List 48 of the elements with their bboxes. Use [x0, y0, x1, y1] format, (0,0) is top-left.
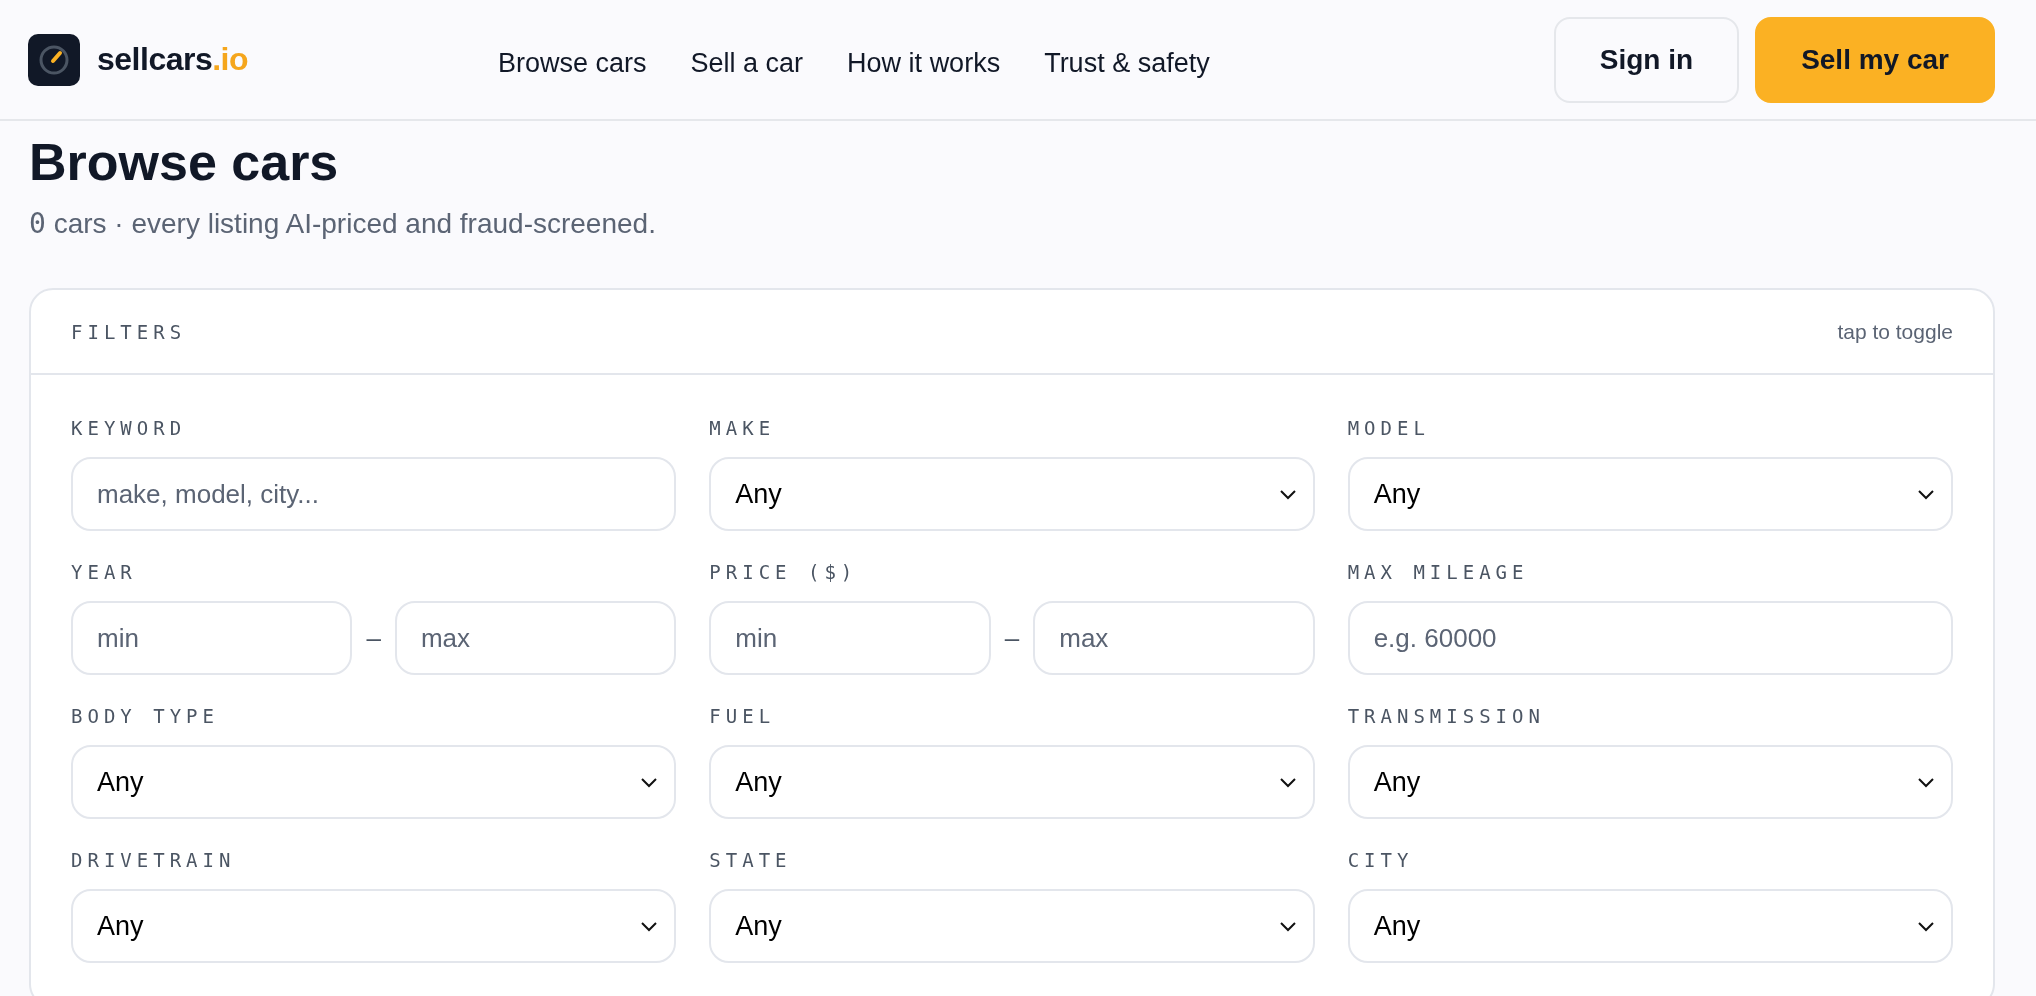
- min-input[interactable]: min: [709, 601, 991, 676]
- text-input[interactable]: e.g. 60000: [1347, 601, 1953, 676]
- chevron-down-icon: [640, 776, 659, 789]
- logo-icon: [28, 33, 80, 86]
- max-input[interactable]: max: [1033, 601, 1315, 676]
- field-label: CITY: [1347, 849, 1415, 872]
- field-label: FUEL: [709, 705, 777, 728]
- sign-in-button[interactable]: Sign in: [1553, 16, 1740, 103]
- page-title: Browse cars: [29, 132, 340, 193]
- field-label: MODEL: [1347, 417, 1431, 440]
- field-label: TRANSMISSION: [1347, 705, 1546, 728]
- dropdown-select[interactable]: Any: [1347, 745, 1953, 820]
- field-label: DRIVETRAIN: [71, 849, 237, 872]
- text-input[interactable]: make, model, city...: [71, 457, 677, 532]
- dropdown-select[interactable]: Any: [1347, 457, 1953, 532]
- dropdown-select[interactable]: Any: [709, 889, 1315, 964]
- dropdown-select[interactable]: Any: [71, 889, 677, 964]
- field-label: KEYWORD: [71, 417, 188, 440]
- nav-link[interactable]: Sell a car: [690, 48, 804, 79]
- chevron-down-icon: [1278, 488, 1297, 501]
- chevron-down-icon: [640, 920, 659, 933]
- field-label: STATE: [709, 849, 793, 872]
- nav-link[interactable]: Browse cars: [498, 48, 647, 79]
- dropdown-select[interactable]: Any: [709, 745, 1315, 820]
- dropdown-select[interactable]: Any: [71, 745, 677, 820]
- dropdown-select[interactable]: Any: [709, 457, 1315, 532]
- nav-link[interactable]: Trust & safety: [1044, 48, 1210, 79]
- chevron-down-icon: [1278, 776, 1297, 789]
- field-label: PRICE ($): [709, 561, 859, 584]
- page-subtitle: 0 cars · every listing AI-priced and fraud-screened.: [29, 207, 657, 241]
- chevron-down-icon: [1917, 488, 1935, 501]
- range-separator: –: [1004, 622, 1020, 654]
- filters-heading: FILTERS: [71, 320, 187, 343]
- chevron-down-icon: [1278, 920, 1297, 933]
- chevron-down-icon: [1917, 920, 1935, 933]
- max-input[interactable]: max: [394, 601, 677, 676]
- field-label: BODY TYPE: [71, 705, 220, 728]
- sell-button[interactable]: Sell my car: [1755, 16, 1995, 103]
- chevron-down-icon: [1917, 776, 1935, 789]
- nav-link[interactable]: How it works: [847, 48, 1001, 79]
- range-separator: –: [366, 622, 381, 654]
- field-label: YEAR: [71, 561, 138, 584]
- field-label: MAKE: [709, 417, 777, 440]
- field-label: MAX MILEAGE: [1347, 561, 1530, 584]
- min-input[interactable]: min: [71, 601, 353, 676]
- brand-name: sellcars.io: [97, 41, 249, 78]
- dropdown-select[interactable]: Any: [1347, 889, 1953, 964]
- toggle-hint[interactable]: tap to toggle: [1837, 319, 1953, 344]
